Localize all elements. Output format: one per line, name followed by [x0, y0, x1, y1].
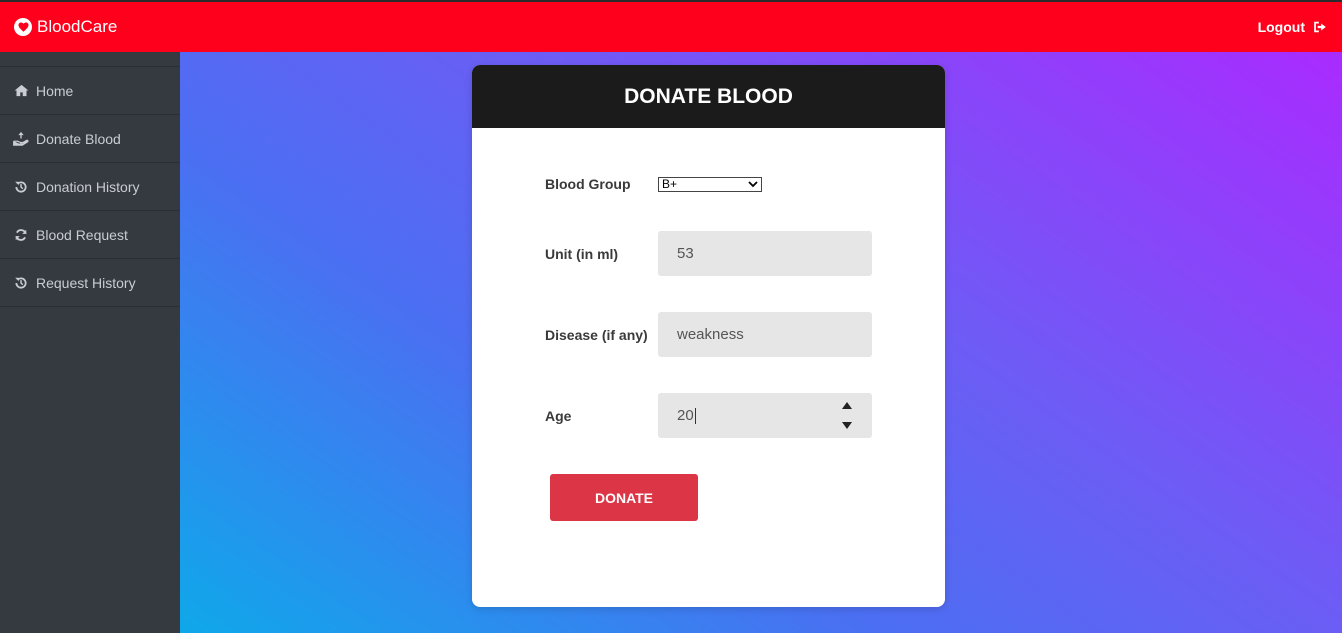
donate-form-card: DONATE BLOOD Blood Group B+ Unit (in ml)… — [472, 65, 945, 607]
disease-row: Disease (if any) weakness — [545, 312, 872, 357]
age-stepper[interactable] — [839, 395, 854, 436]
unit-value: 53 — [677, 245, 694, 262]
donate-button[interactable]: DONATE — [550, 474, 698, 521]
sidebar-item-donation-history[interactable]: Donation History — [0, 163, 180, 211]
blood-group-select[interactable]: B+ — [658, 176, 762, 192]
sidebar-item-label: Blood Request — [36, 226, 128, 243]
unit-row: Unit (in ml) 53 — [545, 231, 872, 276]
heart-icon — [14, 18, 32, 36]
text-cursor — [694, 407, 696, 424]
home-icon — [13, 83, 29, 99]
logout-button[interactable]: Logout — [1258, 19, 1327, 35]
sidebar-item-label: Donation History — [36, 178, 140, 195]
blood-group-label: Blood Group — [545, 176, 631, 192]
card-title: DONATE BLOOD — [472, 65, 945, 128]
sidebar-item-request-history[interactable]: Request History — [0, 259, 180, 307]
disease-input[interactable]: weakness — [658, 312, 872, 357]
arrow-down-icon[interactable] — [841, 422, 852, 430]
sidebar-item-home[interactable]: Home — [0, 67, 180, 115]
chevron-down-icon — [748, 180, 758, 187]
sidebar-item-label: Request History — [36, 274, 136, 291]
age-label: Age — [545, 407, 572, 424]
unit-input[interactable]: 53 — [658, 231, 872, 276]
top-navbar: BloodCare Logout — [0, 0, 1342, 52]
sidebar-divider — [0, 52, 180, 67]
disease-label: Disease (if any) — [545, 326, 648, 343]
sidebar: Home Donate Blood Donation History Blood… — [0, 52, 180, 633]
sidebar-item-label: Donate Blood — [36, 130, 121, 147]
brand-name: BloodCare — [37, 17, 118, 36]
sidebar-item-donate-blood[interactable]: Donate Blood — [0, 115, 180, 163]
history-icon — [13, 275, 29, 291]
sidebar-item-label: Home — [36, 82, 74, 99]
hand-holding-icon — [13, 131, 29, 147]
blood-group-value: B+ — [662, 177, 678, 191]
age-row: Age 20 — [545, 393, 872, 438]
history-icon — [13, 179, 29, 195]
disease-value: weakness — [677, 326, 744, 343]
blood-group-row: Blood Group B+ — [545, 176, 762, 192]
refresh-icon — [13, 227, 29, 243]
sign-out-icon — [1314, 21, 1326, 33]
age-input[interactable]: 20 — [658, 393, 872, 438]
logout-label: Logout — [1257, 19, 1305, 35]
arrow-up-icon[interactable] — [841, 401, 852, 409]
unit-label: Unit (in ml) — [545, 245, 619, 262]
sidebar-item-blood-request[interactable]: Blood Request — [0, 211, 180, 259]
age-value: 20 — [677, 407, 694, 424]
brand-link[interactable]: BloodCare — [14, 17, 117, 37]
